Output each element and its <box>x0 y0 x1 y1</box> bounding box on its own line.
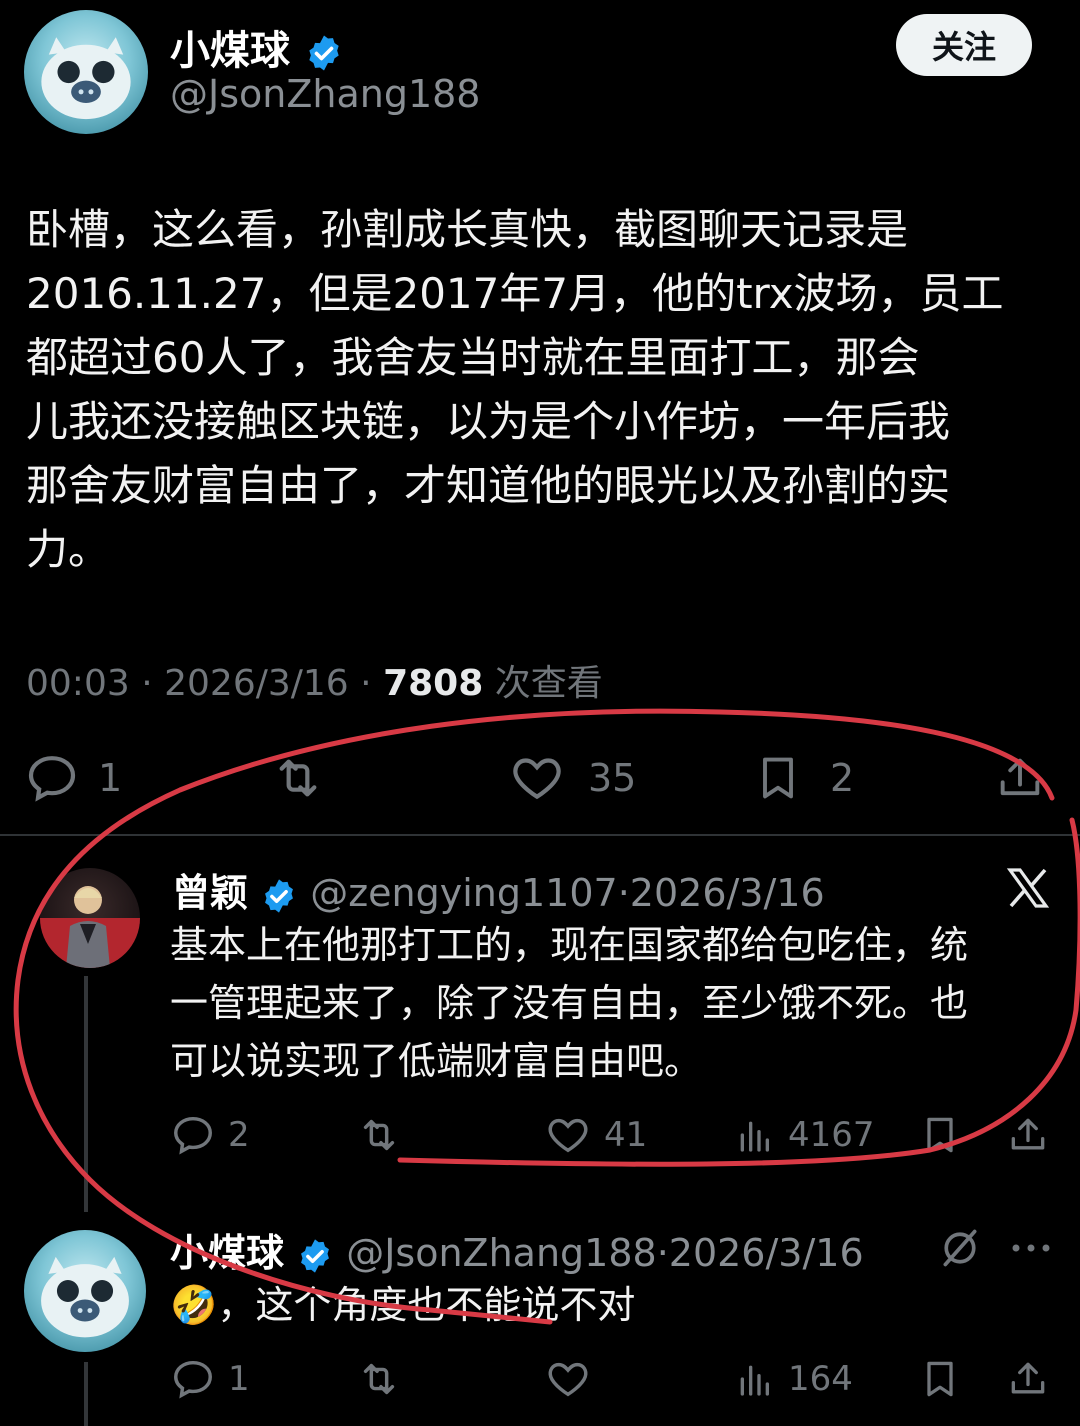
avatar[interactable] <box>24 10 148 134</box>
reply-text: 🤣，这个角度也不能说不对 <box>170 1283 636 1327</box>
author-handle[interactable]: @JsonZhang188 <box>346 1231 656 1275</box>
share-button[interactable] <box>994 750 1046 806</box>
reply-header: 曾颖 @zengying1107·2026/3/16 <box>172 862 825 917</box>
analytics-icon <box>740 1365 769 1396</box>
retweet-icon <box>279 759 317 797</box>
thread-line <box>84 1362 88 1426</box>
comment-icon <box>174 1360 212 1399</box>
share-icon <box>1011 1362 1045 1394</box>
like-count: 41 <box>604 1115 648 1155</box>
author-name[interactable]: 小煤球 <box>170 18 344 76</box>
views-count: 7808 <box>383 663 484 704</box>
reply-text: 基本上在他那打工的，现在国家都给包吃住，统 一管理起来了，除了没有自由，至少饿不… <box>170 923 969 1083</box>
verified-badge-icon <box>301 1238 330 1273</box>
tweet-text: 卧槽，这么看，孙割成长真快，截图聊天记录是 2016.11.27，但是2017年… <box>26 205 1004 574</box>
reply-date[interactable]: 2026/3/16 <box>630 871 825 915</box>
retweet-button[interactable] <box>354 1356 404 1402</box>
reply-date[interactable]: 2026/3/16 <box>669 1231 864 1275</box>
meta-separator: · <box>360 663 372 704</box>
tweet-meta: 00:03 · 2026/3/16 · 7808 次查看 <box>26 654 603 706</box>
reply-button[interactable]: 1 <box>24 750 122 806</box>
section-divider <box>0 834 1080 836</box>
tweet-date[interactable]: 2026/3/16 <box>164 663 349 704</box>
reply-count: 2 <box>228 1115 250 1155</box>
retweet-icon <box>363 1119 395 1151</box>
person-photo-icon <box>40 886 140 968</box>
thread-line <box>84 976 88 1212</box>
avatar[interactable] <box>24 1230 146 1352</box>
heart-icon <box>548 1118 588 1153</box>
views-count: 4167 <box>788 1115 875 1155</box>
bookmark-icon <box>763 757 793 799</box>
author-handle[interactable]: @zengying1107 <box>310 871 618 915</box>
meta-separator: · <box>656 1231 669 1275</box>
heart-icon <box>513 758 561 800</box>
share-button[interactable] <box>1006 1112 1050 1158</box>
like-count: 35 <box>588 756 637 800</box>
reply-button[interactable]: 1 <box>170 1356 250 1402</box>
views-button[interactable]: 4167 <box>734 1112 875 1158</box>
like-button[interactable]: 41 <box>544 1112 647 1158</box>
cartoon-avatar-icon <box>41 37 131 120</box>
views-count: 164 <box>788 1359 853 1399</box>
cartoon-avatar-icon <box>41 1256 129 1338</box>
views-label: 次查看 <box>494 663 603 704</box>
follow-button[interactable]: 关注 <box>896 14 1032 76</box>
share-icon <box>1000 758 1040 796</box>
comment-icon <box>28 756 76 802</box>
reply-button[interactable]: 2 <box>170 1112 250 1158</box>
retweet-button[interactable] <box>354 1112 404 1158</box>
avatar[interactable] <box>40 868 140 968</box>
views-button[interactable]: 164 <box>734 1356 853 1402</box>
meta-separator: · <box>617 871 630 915</box>
bookmark-icon <box>927 1361 953 1397</box>
like-button[interactable]: 35 <box>508 750 636 806</box>
author-name[interactable]: 曾颖 <box>172 871 248 915</box>
heart-icon <box>548 1362 588 1397</box>
verified-badge-icon <box>309 35 339 71</box>
retweet-button[interactable] <box>268 750 328 806</box>
bookmark-icon <box>927 1117 953 1153</box>
x-logo-icon <box>1004 864 1052 916</box>
retweet-icon <box>363 1363 395 1395</box>
share-icon <box>1011 1118 1045 1150</box>
meta-separator: · <box>141 663 153 704</box>
more-options-icon[interactable] <box>1010 1236 1052 1264</box>
analytics-icon <box>740 1121 769 1152</box>
reply-header: 小煤球 @JsonZhang188·2026/3/16 <box>170 1222 864 1277</box>
like-button[interactable] <box>544 1356 592 1402</box>
verified-badge-icon <box>265 878 294 913</box>
reply-count: 1 <box>98 756 123 800</box>
tweet-time[interactable]: 00:03 <box>26 663 130 704</box>
author-handle[interactable]: @JsonZhang188 <box>170 72 480 116</box>
bookmark-button[interactable] <box>918 1356 962 1402</box>
bookmark-count: 2 <box>830 756 855 800</box>
reply-count: 1 <box>228 1359 250 1399</box>
bookmark-button[interactable] <box>918 1112 962 1158</box>
grok-icon[interactable] <box>938 1226 982 1274</box>
share-button[interactable] <box>1006 1356 1050 1402</box>
author-name[interactable]: 小煤球 <box>170 1231 284 1275</box>
bookmark-button[interactable]: 2 <box>752 750 854 806</box>
comment-icon <box>174 1116 212 1155</box>
